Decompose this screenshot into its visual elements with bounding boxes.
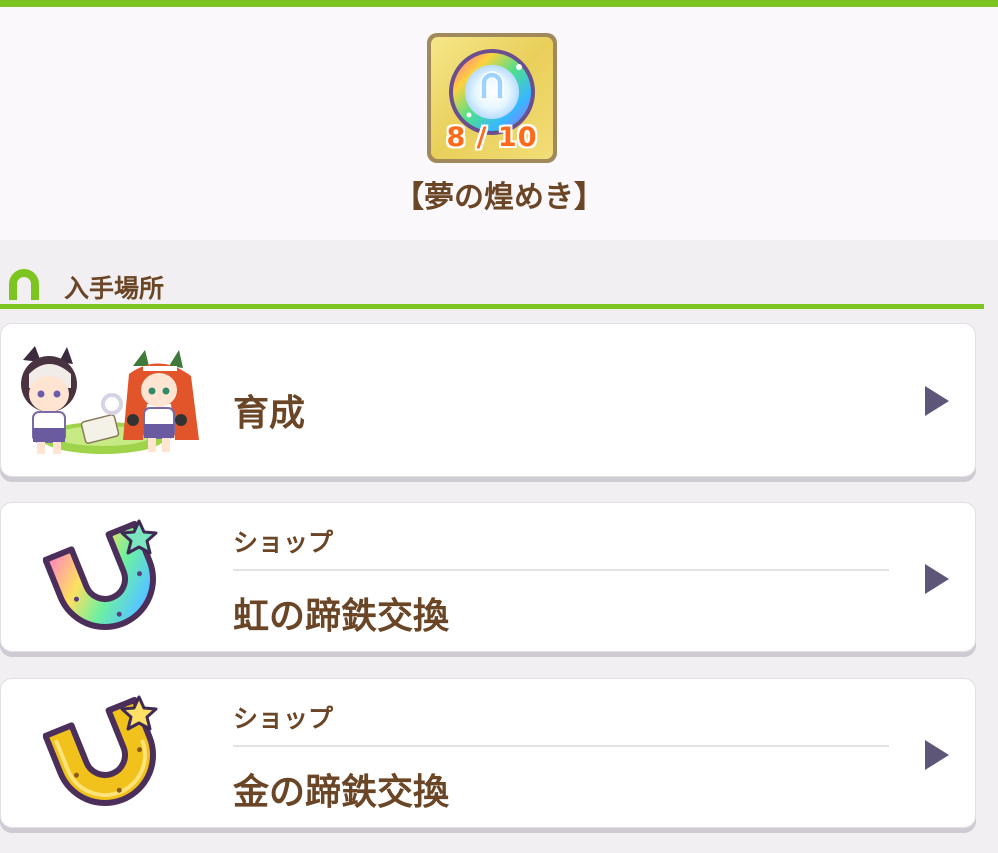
source-card-gold-shop[interactable]: ショップ 金の蹄鉄交換 [0,678,976,828]
item-icon-frame: 8 / 10 [431,37,553,159]
training-characters-illustration [21,346,199,454]
source-card-training[interactable]: 育成 [0,323,976,477]
acquisition-section-header: 入手場所 [0,256,984,309]
card-divider [233,569,889,571]
chevron-right-icon[interactable] [925,740,949,770]
section-divider [0,304,984,309]
item-count: 8 / 10 [446,122,538,153]
horseshoe-icon [9,269,39,300]
gold-horseshoe-icon [43,695,158,806]
chevron-right-icon[interactable] [925,386,949,416]
source-title: 虹の蹄鉄交換 [233,596,450,637]
source-title: 金の蹄鉄交換 [233,772,450,813]
top-accent-bar [0,0,998,7]
source-card-rainbow-shop[interactable]: ショップ 虹の蹄鉄交換 [0,502,976,652]
chevron-right-icon[interactable] [925,564,949,594]
rainbow-horseshoe-icon [43,519,158,630]
item-title: 【夢の煌めき】 [394,180,604,215]
section-label: 入手場所 [64,274,165,303]
source-category: ショップ [233,704,334,733]
card-divider [233,745,889,747]
item-icon: 8 / 10 [427,33,557,163]
source-title: 育成 [233,393,306,434]
source-category: ショップ [233,528,334,557]
